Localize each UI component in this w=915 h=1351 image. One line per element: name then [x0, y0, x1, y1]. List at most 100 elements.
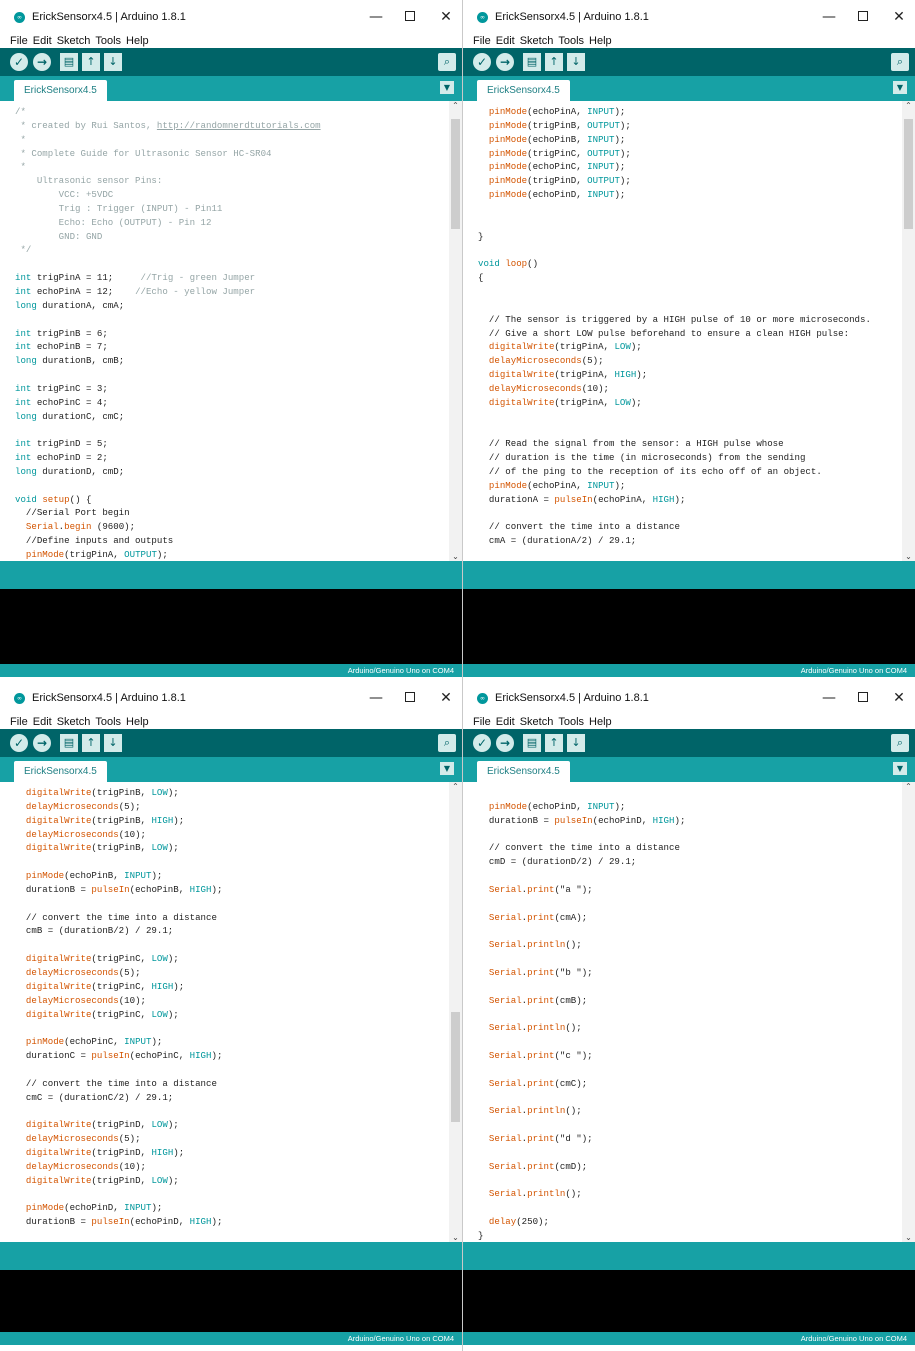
menu-tools[interactable]: Tools: [95, 715, 121, 729]
open-icon[interactable]: ↑: [545, 53, 563, 71]
menu-sketch[interactable]: Sketch: [520, 715, 554, 729]
upload-icon[interactable]: →: [496, 53, 514, 71]
tab-menu-icon[interactable]: ▼: [440, 81, 454, 94]
code-token: );: [173, 1146, 185, 1158]
code-line: int echoPinA = 12; //Echo - yellow Jumpe…: [15, 285, 440, 299]
scroll-up-icon[interactable]: ⌃: [902, 101, 915, 110]
code-line: long durationA, cmA;: [15, 299, 440, 313]
close-button[interactable]: ✕: [891, 8, 907, 26]
scrollbar-thumb[interactable]: [451, 119, 460, 229]
code-editor[interactable]: pinMode(echoPinD, INPUT); durationB = pu…: [463, 782, 915, 1242]
verify-icon[interactable]: ✓: [473, 734, 491, 752]
menu-edit[interactable]: Edit: [496, 715, 515, 729]
code-line: cmB = (durationB/2) / 29.1;: [15, 924, 440, 938]
code-token: pulseIn: [91, 1216, 130, 1228]
code-line: // of the ping to the reception of its e…: [478, 465, 893, 479]
verify-icon[interactable]: ✓: [10, 734, 28, 752]
menu-sketch[interactable]: Sketch: [520, 34, 554, 48]
serial-monitor-icon[interactable]: ⌕: [891, 53, 909, 71]
menu-help[interactable]: Help: [126, 34, 149, 48]
verify-icon[interactable]: ✓: [473, 53, 491, 71]
serial-monitor-icon[interactable]: ⌕: [438, 734, 456, 752]
open-icon[interactable]: ↑: [82, 53, 100, 71]
maximize-button[interactable]: [402, 8, 418, 26]
menu-edit[interactable]: Edit: [496, 34, 515, 48]
close-button[interactable]: ✕: [891, 689, 907, 707]
code-token: echoPinC = 4;: [31, 396, 108, 408]
maximize-button[interactable]: [855, 8, 871, 26]
scrollbar-thumb[interactable]: [451, 1012, 460, 1122]
save-icon[interactable]: ↓: [567, 734, 585, 752]
tab-menu-icon[interactable]: ▼: [893, 81, 907, 94]
scrollbar-thumb[interactable]: [904, 119, 913, 229]
minimize-button[interactable]: —: [368, 8, 384, 26]
code-editor[interactable]: digitalWrite(trigPinB, LOW); delayMicros…: [0, 782, 462, 1242]
close-button[interactable]: ✕: [438, 8, 454, 26]
code-line: int echoPinC = 4;: [15, 396, 440, 410]
scroll-down-icon[interactable]: ⌄: [449, 1233, 462, 1242]
serial-monitor-icon[interactable]: ⌕: [891, 734, 909, 752]
scroll-up-icon[interactable]: ⌃: [449, 782, 462, 791]
menu-file[interactable]: File: [10, 715, 28, 729]
tab-menu-icon[interactable]: ▼: [440, 762, 454, 775]
verify-icon[interactable]: ✓: [10, 53, 28, 71]
menu-help[interactable]: Help: [589, 715, 612, 729]
new-icon[interactable]: ▤: [523, 53, 541, 71]
save-icon[interactable]: ↓: [104, 53, 122, 71]
menu-file[interactable]: File: [473, 34, 491, 48]
scroll-down-icon[interactable]: ⌄: [902, 552, 915, 561]
serial-monitor-icon[interactable]: ⌕: [438, 53, 456, 71]
new-icon[interactable]: ▤: [60, 53, 78, 71]
menu-help[interactable]: Help: [589, 34, 612, 48]
menu-sketch[interactable]: Sketch: [57, 715, 91, 729]
tab-sketch[interactable]: ErickSensorx4.5: [477, 80, 570, 101]
tab-sketch[interactable]: ErickSensorx4.5: [14, 80, 107, 101]
code-line: pinMode(echoPinC, INPUT);: [478, 160, 893, 174]
close-button[interactable]: ✕: [438, 689, 454, 707]
menu-tools[interactable]: Tools: [95, 34, 121, 48]
maximize-button[interactable]: [855, 689, 871, 707]
code-editor[interactable]: pinMode(echoPinA, INPUT); pinMode(trigPi…: [463, 101, 915, 561]
maximize-button[interactable]: [402, 689, 418, 707]
scroll-down-icon[interactable]: ⌄: [902, 1233, 915, 1242]
menu-edit[interactable]: Edit: [33, 34, 52, 48]
minimize-button[interactable]: —: [368, 689, 384, 707]
menu-help[interactable]: Help: [126, 715, 149, 729]
tab-sketch[interactable]: ErickSensorx4.5: [477, 761, 570, 782]
upload-icon[interactable]: →: [33, 734, 51, 752]
tab-menu-icon[interactable]: ▼: [893, 762, 907, 775]
tab-bar: ErickSensorx4.5 ▼: [0, 757, 462, 782]
save-icon[interactable]: ↓: [104, 734, 122, 752]
minimize-button[interactable]: —: [821, 689, 837, 707]
menu-file[interactable]: File: [10, 34, 28, 48]
code-token: (trigPinD,: [527, 175, 588, 187]
new-icon[interactable]: ▤: [523, 734, 541, 752]
vertical-scrollbar[interactable]: ⌃ ⌄: [902, 782, 915, 1242]
open-icon[interactable]: ↑: [545, 734, 563, 752]
minimize-button[interactable]: —: [821, 8, 837, 26]
upload-icon[interactable]: →: [33, 53, 51, 71]
vertical-scrollbar[interactable]: ⌃ ⌄: [449, 101, 462, 561]
vertical-scrollbar[interactable]: ⌃ ⌄: [449, 782, 462, 1242]
upload-icon[interactable]: →: [496, 734, 514, 752]
new-icon[interactable]: ▤: [60, 734, 78, 752]
status-bar: Arduino/Genuino Uno on COM4: [463, 664, 915, 677]
menu-tools[interactable]: Tools: [558, 715, 584, 729]
vertical-scrollbar[interactable]: ⌃ ⌄: [902, 101, 915, 561]
menu-file[interactable]: File: [473, 715, 491, 729]
scroll-up-icon[interactable]: ⌃: [449, 101, 462, 110]
scroll-up-icon[interactable]: ⌃: [902, 782, 915, 791]
scroll-down-icon[interactable]: ⌄: [449, 552, 462, 561]
menu-edit[interactable]: Edit: [33, 715, 52, 729]
code-editor[interactable]: /* * created by Rui Santos, http://rando…: [0, 101, 462, 561]
menu-tools[interactable]: Tools: [558, 34, 584, 48]
save-icon[interactable]: ↓: [567, 53, 585, 71]
tab-sketch[interactable]: ErickSensorx4.5: [14, 761, 107, 782]
code-token: pulseIn: [91, 1050, 130, 1062]
menu-sketch[interactable]: Sketch: [57, 34, 91, 48]
open-icon[interactable]: ↑: [82, 734, 100, 752]
